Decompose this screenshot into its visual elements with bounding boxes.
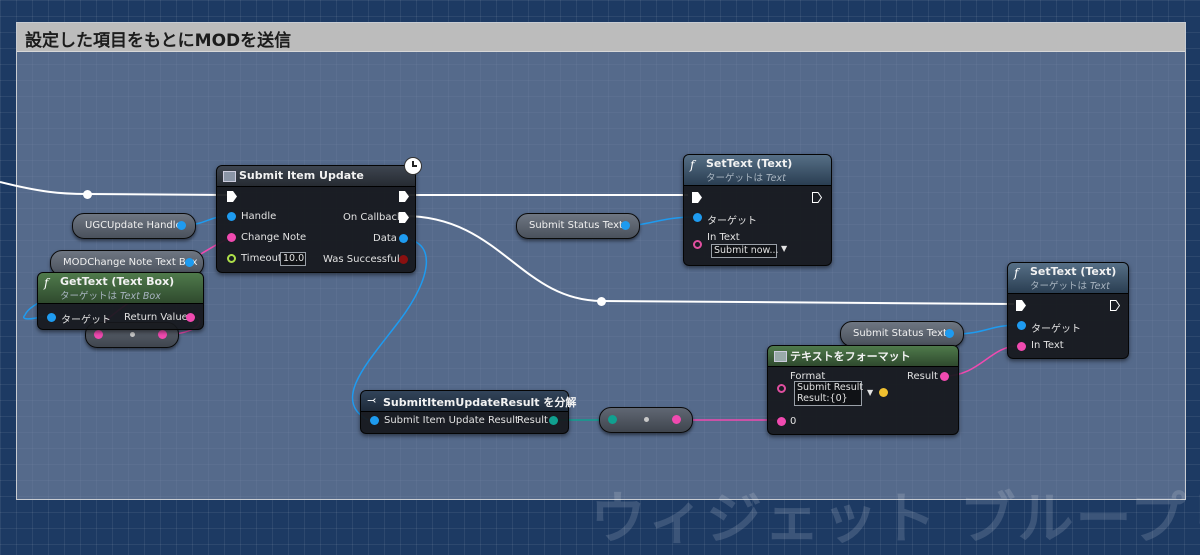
latent-node-icon [223, 171, 236, 182]
settext-1-in-text-pin[interactable] [693, 240, 702, 249]
exec-reroute-knot-1[interactable] [83, 190, 92, 199]
ugc-update-handle-variable[interactable]: UGCUpdate Handle [72, 213, 196, 239]
on-callback-label: On Callback [343, 212, 403, 223]
format-line-1: Submit Result [797, 382, 864, 393]
format-arg0-pin[interactable] [777, 417, 786, 426]
function-icon: f [690, 158, 695, 172]
comment-title: 設定した項目をもとにMODを送信 [25, 31, 292, 51]
split-struct-icon: ⤙ [367, 394, 377, 407]
was-successful-label: Was Successful [323, 254, 400, 265]
reroute-1-output-pin[interactable] [158, 330, 167, 339]
split-result-input-pin[interactable] [370, 416, 379, 425]
settext-node-1[interactable]: f SetText (Text) ターゲットは Text ターゲット In Te… [683, 154, 832, 266]
settext-2-exec-out-pin[interactable] [1110, 300, 1121, 311]
data-output-pin[interactable] [399, 234, 408, 243]
format-field[interactable]: Submit Result Result:{0} [794, 381, 864, 406]
gettext-target-pin[interactable] [47, 313, 56, 322]
settext-1-in-text-field[interactable]: Submit now... [711, 244, 779, 258]
handle-label: Handle [241, 211, 277, 222]
exec-out-pin[interactable] [399, 191, 409, 202]
gettext-target-label: ターゲット [61, 315, 111, 326]
format-result-pin[interactable] [940, 372, 949, 381]
gettext-return-value-label: Return Value [124, 312, 188, 323]
function-icon: f [44, 276, 49, 290]
status-text-2-output-pin[interactable] [945, 329, 954, 338]
submit-item-update-header[interactable]: Submit Item Update [217, 166, 415, 187]
status-text-1-output-pin[interactable] [621, 221, 630, 230]
on-callback-exec-pin[interactable] [399, 212, 409, 223]
split-result-output-pin[interactable] [549, 416, 558, 425]
format-result-label: Result [907, 371, 938, 382]
settext-1-exec-out-pin[interactable] [812, 192, 823, 203]
settext-1-target-label: ターゲット [707, 216, 757, 227]
format-input-pin[interactable] [777, 384, 786, 393]
exec-reroute-knot-2[interactable] [597, 297, 606, 306]
reroute-1-input-pin[interactable] [94, 330, 103, 339]
format-line-2: Result:{0} [797, 393, 848, 404]
change-note-label: Change Note [241, 232, 307, 243]
settext-2-in-text-label: In Text [1031, 340, 1064, 351]
format-arg0-label: 0 [790, 416, 797, 427]
settext-1-in-text-label: In Text [707, 232, 740, 243]
format-node-icon [774, 351, 787, 362]
settext-2-in-text-pin[interactable] [1017, 342, 1026, 351]
split-submit-result-node[interactable]: ⤙ SubmitItemUpdateResult を分解 Submit Item… [360, 390, 576, 434]
gettext-header[interactable]: f GetText (Text Box) ターゲットは Text Box [38, 273, 203, 304]
split-result-header[interactable]: ⤙ SubmitItemUpdateResult を分解 [361, 391, 576, 412]
handle-input-pin[interactable] [227, 212, 236, 221]
comment-title-bar[interactable]: 設定した項目をもとにMODを送信 [17, 23, 1185, 52]
format-text-node[interactable]: テキストをフォーマット Format Submit Result Result:… [767, 345, 959, 435]
ugc-handle-output-pin[interactable] [177, 221, 186, 230]
timeout-input-pin[interactable] [227, 254, 236, 263]
function-icon: f [1014, 266, 1019, 280]
data-label: Data [373, 233, 397, 244]
blueprint-watermark: ウィジェット ブループリント [590, 487, 1200, 552]
settext-1-header[interactable]: f SetText (Text) ターゲットは Text [684, 155, 831, 186]
submit-status-text-variable-2[interactable]: Submit Status Text [840, 321, 964, 347]
settext-2-header[interactable]: f SetText (Text) ターゲットは Text [1008, 263, 1128, 294]
settext-2-target-pin[interactable] [1017, 321, 1026, 330]
settext-1-subtitle: ターゲットは Text [706, 173, 786, 184]
format-dropdown-arrow-icon[interactable]: ▼ [867, 388, 873, 397]
submit-status-text-variable-1[interactable]: Submit Status Text [516, 213, 640, 239]
exec-in-pin[interactable] [227, 191, 237, 202]
gettext-subtitle: ターゲットは Text Box [60, 291, 161, 302]
reroute-2-center-dot [644, 417, 649, 422]
format-text-header[interactable]: テキストをフォーマット [768, 346, 958, 367]
settext-2-subtitle: ターゲットは Text [1030, 281, 1110, 292]
settext-node-2[interactable]: f SetText (Text) ターゲットは Text ターゲット In Te… [1007, 262, 1129, 359]
gettext-node[interactable]: f GetText (Text Box) ターゲットは Text Box ターゲ… [37, 272, 204, 330]
settext-1-dropdown-arrow-icon[interactable]: ▼ [781, 244, 787, 253]
split-result-output-label: Result [517, 415, 548, 426]
was-successful-output-pin[interactable] [399, 255, 408, 264]
reroute-1-center-dot [130, 332, 135, 337]
mod-change-note-output-pin[interactable] [185, 258, 194, 267]
change-note-input-pin[interactable] [227, 233, 236, 242]
format-add-pin-icon[interactable] [879, 388, 888, 397]
timeout-label: Timeout [241, 253, 282, 264]
split-result-input-label: Submit Item Update Result [384, 415, 519, 426]
reroute-2-input-pin[interactable] [608, 415, 617, 424]
text-reroute-node-2[interactable] [599, 407, 693, 433]
submit-item-update-node[interactable]: Submit Item Update Handle Change Note Ti… [216, 165, 416, 273]
latent-clock-icon [404, 157, 422, 175]
gettext-return-value-pin[interactable] [186, 313, 195, 322]
settext-2-exec-in-pin[interactable] [1016, 300, 1026, 311]
reroute-2-output-pin[interactable] [672, 415, 681, 424]
settext-1-target-pin[interactable] [693, 213, 702, 222]
settext-1-exec-in-pin[interactable] [692, 192, 702, 203]
timeout-field[interactable]: 10.0 [280, 252, 306, 266]
settext-2-target-label: ターゲット [1031, 324, 1081, 335]
